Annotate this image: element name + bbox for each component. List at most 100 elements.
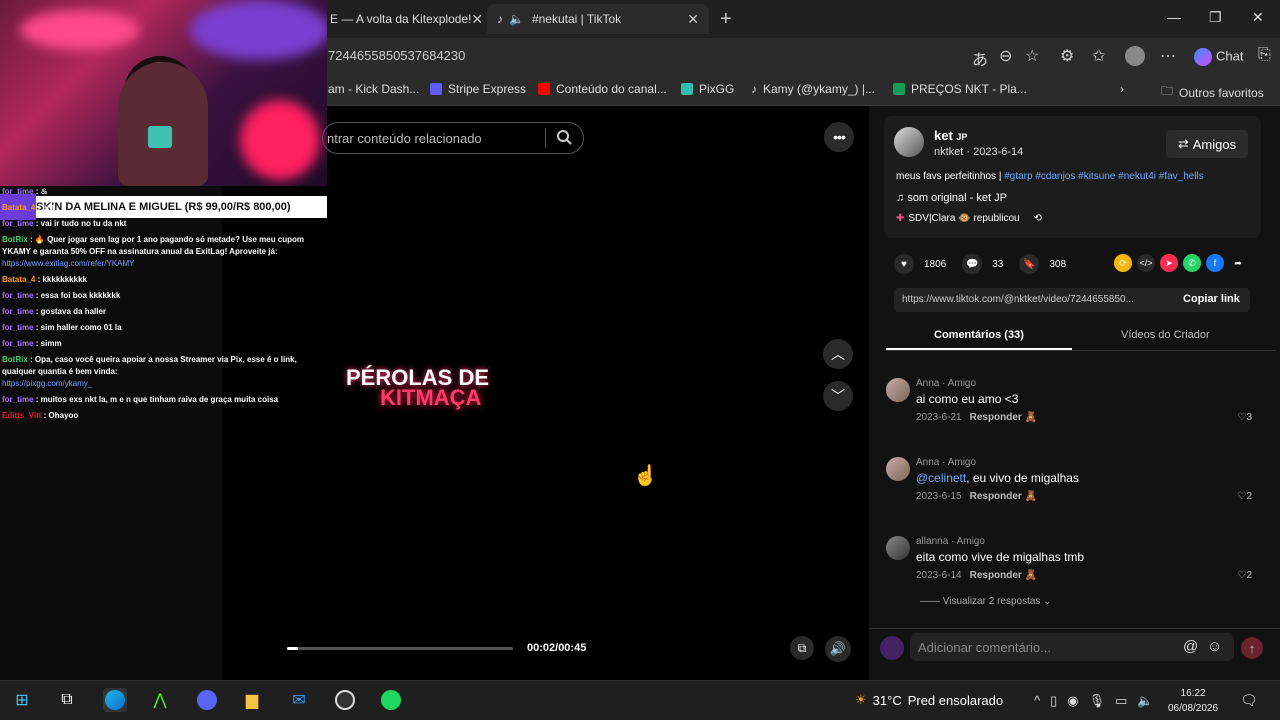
new-tab-button[interactable]: +: [720, 8, 732, 31]
mic-icon[interactable]: 🎙: [1089, 693, 1106, 709]
chat-username[interactable]: BotRix: [2, 235, 28, 244]
tab-kick[interactable]: E — A volta da Kitexplode! ✕: [320, 4, 485, 34]
post-link[interactable]: https://www.tiktok.com/@nktket/video/724…: [902, 294, 1172, 305]
favorite-star-icon[interactable]: ☆: [1025, 46, 1039, 66]
previous-video-button[interactable]: ︿: [823, 339, 853, 369]
maximize-button[interactable]: ❐: [1209, 9, 1222, 26]
display-icon[interactable]: ▭: [1115, 693, 1127, 709]
close-window-button[interactable]: ✕: [1252, 9, 1264, 26]
bookmark-kick[interactable]: am - Kick Dash...: [328, 82, 419, 96]
chat-username[interactable]: BotRix: [2, 355, 28, 364]
clock[interactable]: 16:22 06/08/2026: [1168, 686, 1218, 716]
next-video-button[interactable]: ﹀: [823, 381, 853, 411]
tab-creator-videos[interactable]: Vídeos do Criador: [1121, 329, 1210, 341]
chat-link[interactable]: https://pixgg.com/ykamy_: [2, 379, 92, 388]
extensions-icon[interactable]: ⚙: [1060, 46, 1074, 66]
chat-username[interactable]: for_time: [2, 291, 34, 300]
video-progress-track[interactable]: [287, 647, 513, 650]
embed-icon[interactable]: </>: [1137, 254, 1155, 272]
bookmark-stripe[interactable]: Stripe Express: [430, 82, 526, 96]
bookmark-icon[interactable]: 🔖: [1019, 254, 1040, 274]
reply-button[interactable]: Responder: [970, 412, 1022, 423]
facebook-icon[interactable]: f: [1206, 254, 1224, 272]
chat-username[interactable]: for_time: [2, 187, 34, 196]
send-icon[interactable]: ➤: [1160, 254, 1178, 272]
sidebar-icon[interactable]: ⎘: [1258, 46, 1271, 64]
tab-comments[interactable]: Comentários (33): [934, 329, 1024, 341]
chat-username[interactable]: for_time: [2, 219, 34, 228]
comment-user[interactable]: allanna · Amigo: [916, 536, 985, 547]
chat-username[interactable]: for_time: [2, 323, 34, 332]
phone-icon[interactable]: ▯: [1050, 693, 1057, 709]
copilot-chat-button[interactable]: Chat: [1194, 48, 1247, 66]
bookmark-youtube[interactable]: Conteúdo do canal...: [538, 82, 667, 96]
favorites-icon[interactable]: ✩: [1092, 46, 1105, 66]
post-sound[interactable]: ♫ som original - ket JP: [896, 192, 1007, 204]
reaction-icon[interactable]: 🧸: [1025, 491, 1037, 502]
author-avatar[interactable]: [894, 127, 924, 157]
notification-icon[interactable]: 🗨: [1240, 692, 1258, 709]
volume-button[interactable]: 🔊: [825, 636, 851, 662]
search-icon[interactable]: [556, 129, 572, 145]
view-replies-button[interactable]: —— Visualizar 2 respostas ⌄: [920, 596, 1052, 607]
mention-icon[interactable]: @: [1183, 638, 1198, 655]
chat-username[interactable]: Batata_4: [2, 275, 35, 284]
chat-username[interactable]: for_time: [2, 395, 34, 404]
author-name[interactable]: ket JP: [934, 128, 967, 143]
comment-like[interactable]: ♡2: [1237, 570, 1252, 581]
bookmark-tiktok[interactable]: ♪ Kamy (@ykamy_) |...: [751, 82, 875, 96]
zoom-icon[interactable]: ⊖: [999, 46, 1012, 66]
heart-icon[interactable]: ♥: [894, 254, 914, 274]
reply-button[interactable]: Responder: [970, 570, 1022, 581]
windows-start-icon[interactable]: ⊞: [10, 688, 34, 712]
other-favorites[interactable]: 🗀 Outros favoritos: [1161, 82, 1264, 103]
task-view-icon[interactable]: ⧉: [55, 688, 79, 712]
whatsapp-icon[interactable]: ✆: [1183, 254, 1201, 272]
spotify-icon[interactable]: [379, 688, 403, 712]
chat-username[interactable]: for_time: [2, 307, 34, 316]
hashtags[interactable]: #gtarp #cdanjos #kitsune #nekut4i #fav_h…: [1004, 171, 1204, 182]
avatar[interactable]: [886, 457, 910, 481]
reaction-icon[interactable]: 🧸: [1025, 570, 1037, 581]
file-explorer-icon[interactable]: ▆: [240, 688, 264, 712]
weather-widget[interactable]: ☀ 31°C Pred ensolarado: [855, 692, 1003, 708]
comment-like[interactable]: ♡3: [1237, 412, 1252, 423]
profile-avatar[interactable]: [1125, 46, 1145, 66]
bookmark-sheets[interactable]: PREÇOS NKT - Pla...: [893, 82, 1027, 96]
avatar[interactable]: [886, 378, 910, 402]
chevron-up-icon[interactable]: ^: [1034, 693, 1040, 709]
chat-username[interactable]: for_time: [2, 339, 34, 348]
more-options-icon[interactable]: •••: [824, 122, 854, 152]
speaker-icon[interactable]: 🔈: [1137, 693, 1153, 709]
floating-player-button[interactable]: ⧉: [790, 636, 814, 660]
obs-icon[interactable]: [333, 688, 357, 712]
friends-button[interactable]: ⇄ Amigos: [1166, 130, 1248, 158]
post-comment-button[interactable]: ↑: [1241, 637, 1263, 659]
minimize-button[interactable]: —: [1167, 9, 1181, 25]
reaction-icon[interactable]: 🧸: [1025, 412, 1037, 423]
repost-share-icon[interactable]: ⟳: [1114, 254, 1132, 272]
edge-icon[interactable]: [103, 688, 127, 712]
avatar[interactable]: [886, 536, 910, 560]
speaker-icon[interactable]: 🔈: [509, 12, 524, 26]
chat-link[interactable]: https://www.exitlag.com/refer/YKAMY: [2, 259, 135, 268]
chat-username[interactable]: Batata_4: [2, 203, 35, 212]
chevron-right-icon[interactable]: ›: [1120, 82, 1124, 96]
discord-icon[interactable]: [195, 688, 219, 712]
app-icon[interactable]: ⋀: [148, 688, 172, 712]
share-arrow-icon[interactable]: ➦: [1229, 254, 1247, 272]
comment-icon[interactable]: 💬: [962, 254, 983, 274]
emoji-icon[interactable]: ☺: [1207, 638, 1222, 655]
bookmark-pixgg[interactable]: PixGG: [681, 82, 734, 96]
close-icon[interactable]: ✕: [471, 11, 483, 28]
reply-button[interactable]: Responder: [970, 491, 1022, 502]
translate-icon[interactable]: あ: [972, 46, 988, 70]
comment-user[interactable]: Anna · Amigo: [916, 457, 976, 468]
more-icon[interactable]: ⋯: [1160, 46, 1176, 66]
tab-tiktok[interactable]: ♪ 🔈 #nekutai | TikTok ✕: [487, 4, 709, 34]
chat-username[interactable]: Editts_Vitt: [2, 411, 41, 420]
outlook-icon[interactable]: ✉: [287, 688, 311, 712]
comment-user[interactable]: Anna · Amigo: [916, 378, 976, 389]
comment-mention[interactable]: @celinett: [916, 471, 966, 485]
close-icon[interactable]: ✕: [687, 11, 699, 28]
